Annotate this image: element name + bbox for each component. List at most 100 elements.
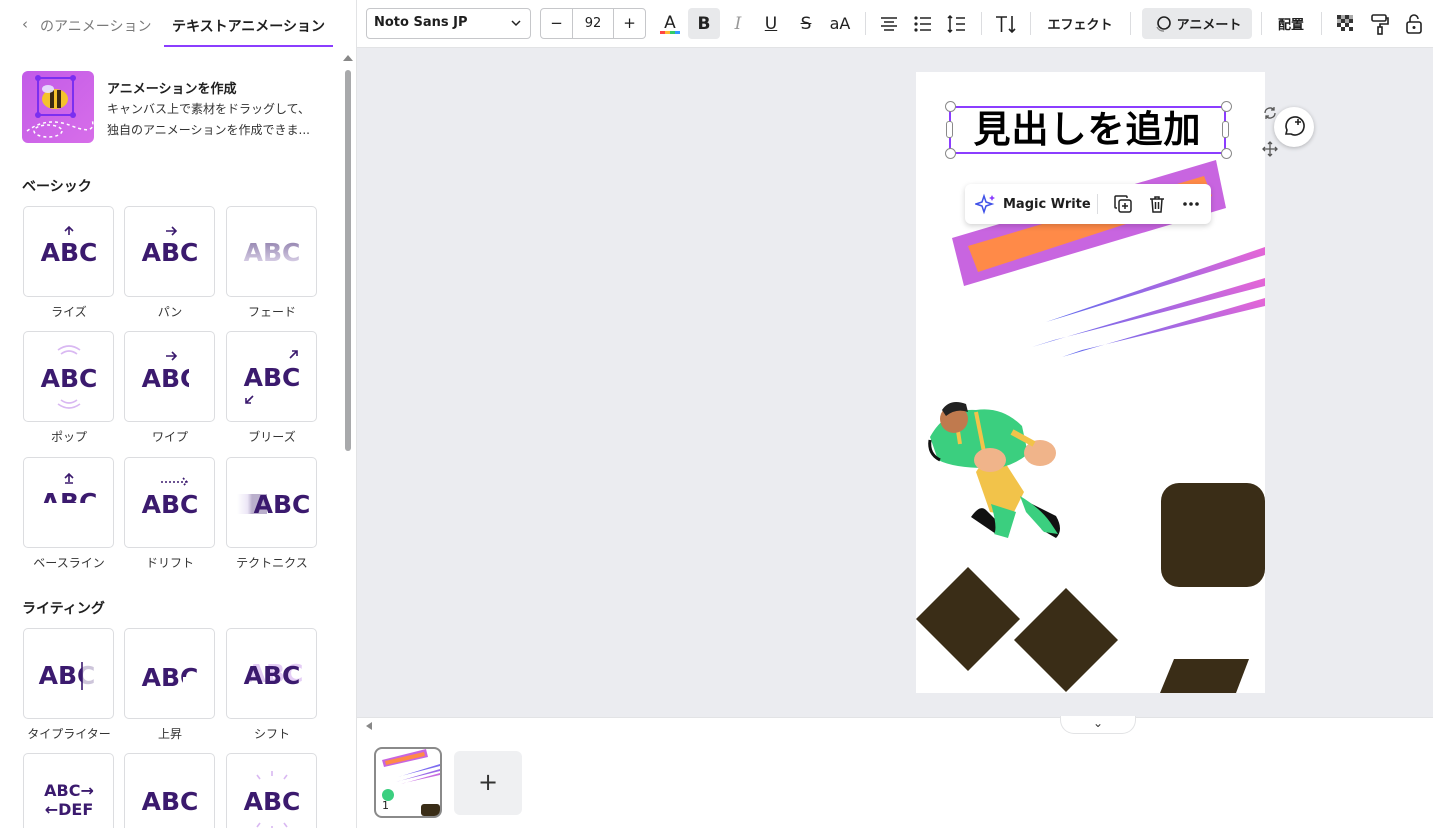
font-size-input[interactable]: 92: [573, 9, 613, 38]
panel-scrollbar[interactable]: [345, 70, 351, 451]
tile-abc: ABC: [244, 363, 301, 392]
anim-tile-wipe[interactable]: ABC: [124, 331, 215, 422]
element-context-menu: Magic Write: [965, 184, 1211, 224]
tile-def-arrow: ←DEF: [45, 800, 94, 819]
dark-diamond-2[interactable]: [1014, 588, 1118, 692]
animate-button[interactable]: アニメート: [1142, 8, 1252, 39]
magic-write-button[interactable]: Magic Write: [975, 184, 1091, 224]
italic-button[interactable]: I: [723, 8, 753, 39]
collapse-pages-button[interactable]: ⌄: [1060, 716, 1136, 734]
spacing-button[interactable]: [942, 8, 972, 39]
dark-diamond-1[interactable]: [916, 567, 1020, 671]
lock-button[interactable]: [1399, 8, 1429, 39]
anim-tile-baseline[interactable]: ABC: [23, 457, 114, 548]
animate-label: アニメート: [1176, 18, 1242, 33]
anim-tile-ascend[interactable]: ABC: [124, 628, 215, 719]
anim-tile-abc-def[interactable]: ABC→ ←DEF: [23, 753, 114, 828]
anim-label-pop: ポップ: [50, 430, 87, 444]
font-size-increase-button[interactable]: +: [613, 9, 645, 38]
anim-tile-pop[interactable]: ABC: [23, 331, 114, 422]
dark-parallelogram[interactable]: [1160, 659, 1249, 693]
add-comment-button[interactable]: [1274, 107, 1314, 147]
context-divider: [1097, 194, 1098, 214]
anim-label-typewriter: タイプライター: [27, 727, 111, 741]
resize-handle-right[interactable]: [1222, 121, 1229, 138]
anim-tile-burst[interactable]: ABC: [226, 753, 317, 828]
trash-icon[interactable]: [1147, 194, 1167, 214]
vertical-text-button[interactable]: [991, 8, 1021, 39]
toolbar-divider: [981, 12, 982, 35]
vertical-text-icon: [996, 15, 1016, 33]
font-size-decrease-button[interactable]: −: [541, 9, 573, 38]
text-color-button[interactable]: A: [655, 8, 685, 39]
create-animation-title: アニメーションを作成: [107, 82, 237, 97]
tab-text-animation[interactable]: テキストアニメーション: [164, 16, 333, 47]
add-page-button[interactable]: +: [454, 751, 522, 815]
anim-tile-fade[interactable]: ABC: [226, 206, 317, 297]
case-button[interactable]: aA: [825, 8, 855, 39]
position-button[interactable]: 配置: [1269, 8, 1313, 39]
anim-label-pan: パン: [157, 305, 183, 319]
anim-label-fade: フェード: [247, 305, 296, 319]
create-animation-desc: キャンバス上で素材をドラッグして、 独自のアニメーションを作成できま...: [107, 99, 339, 141]
selection-frame: [949, 106, 1226, 154]
scroll-left-arrow-icon[interactable]: [366, 722, 372, 730]
anim-tile-rise[interactable]: ABC: [23, 206, 114, 297]
toolbar-divider: [1030, 12, 1031, 35]
anim-tile-typewriter[interactable]: ABC: [23, 628, 114, 719]
resize-handle-top-right[interactable]: [1221, 101, 1232, 112]
text-toolbar: Noto Sans JP − 92 + A B I U S aA エフェクト ア…: [357, 0, 1433, 48]
scroll-up-arrow-icon[interactable]: [343, 55, 353, 61]
tile-abc: ABC: [142, 490, 199, 519]
anim-tile-pan[interactable]: ABC: [124, 206, 215, 297]
more-icon[interactable]: [1181, 194, 1201, 214]
anim-label-baseline: ベースライン: [33, 556, 105, 570]
strikethrough-button[interactable]: S: [791, 8, 821, 39]
football-player-illustration[interactable]: [928, 402, 1060, 538]
spacing-icon: [947, 14, 965, 33]
font-family-value: Noto Sans JP: [374, 15, 468, 30]
text-color-icon: A: [660, 13, 680, 34]
back-chevron-icon[interactable]: ‹: [22, 15, 28, 33]
list-icon: [914, 15, 931, 32]
panel-tabs: ‹ のアニメーション テキストアニメーション: [0, 0, 356, 48]
resize-handle-top-left[interactable]: [945, 101, 956, 112]
design-canvas[interactable]: 見出しを追加 Magic Write: [357, 48, 1433, 717]
magic-write-label: Magic Write: [1003, 196, 1091, 212]
anim-tile-tectonics[interactable]: ABC: [226, 457, 317, 548]
chevron-down-icon: [511, 20, 521, 27]
create-animation-card[interactable]: アニメーションを作成 キャンバス上で素材をドラッグして、 独自のアニメーションを…: [22, 71, 342, 143]
duplicate-icon[interactable]: [1113, 194, 1133, 214]
anim-label-breeze: ブリーズ: [248, 430, 296, 444]
effects-button[interactable]: エフェクト: [1039, 8, 1121, 39]
transparency-icon: [1337, 14, 1353, 31]
tile-abc: ABC: [244, 238, 301, 267]
anim-label-drift: ドリフト: [145, 556, 194, 570]
design-page[interactable]: [916, 72, 1265, 693]
sparkle-icon: [975, 193, 995, 215]
anim-tile-breeze[interactable]: ABC: [226, 331, 317, 422]
transparency-button[interactable]: [1331, 8, 1361, 39]
font-family-select[interactable]: Noto Sans JP: [366, 8, 531, 39]
copy-style-button[interactable]: [1365, 8, 1395, 39]
resize-handle-left[interactable]: [946, 121, 953, 138]
anim-label-shift: シフト: [253, 727, 290, 741]
anim-tile-wipe-block[interactable]: ABC: [124, 753, 215, 828]
resize-handle-bottom-left[interactable]: [945, 148, 956, 159]
anim-tile-drift[interactable]: ABC: [124, 457, 215, 548]
list-button[interactable]: [908, 8, 938, 39]
tab-page-animation[interactable]: のアニメーション: [40, 16, 151, 36]
lock-icon: [1406, 13, 1422, 34]
tile-abc: ABC: [244, 661, 301, 690]
resize-handle-bottom-right[interactable]: [1221, 148, 1232, 159]
bold-button[interactable]: B: [688, 8, 720, 39]
page-thumbnail-1[interactable]: 1: [374, 747, 442, 818]
anim-label-ascend: 上昇: [157, 727, 182, 741]
effects-label: エフェクト: [1047, 18, 1113, 33]
desc-line-1: キャンバス上で素材をドラッグして、: [107, 102, 311, 116]
anim-tile-shift[interactable]: ABC ABC: [226, 628, 317, 719]
tile-abc: ABC: [244, 787, 301, 816]
underline-button[interactable]: U: [756, 8, 786, 39]
align-button[interactable]: [874, 8, 904, 39]
dark-rounded-square[interactable]: [1161, 483, 1265, 587]
